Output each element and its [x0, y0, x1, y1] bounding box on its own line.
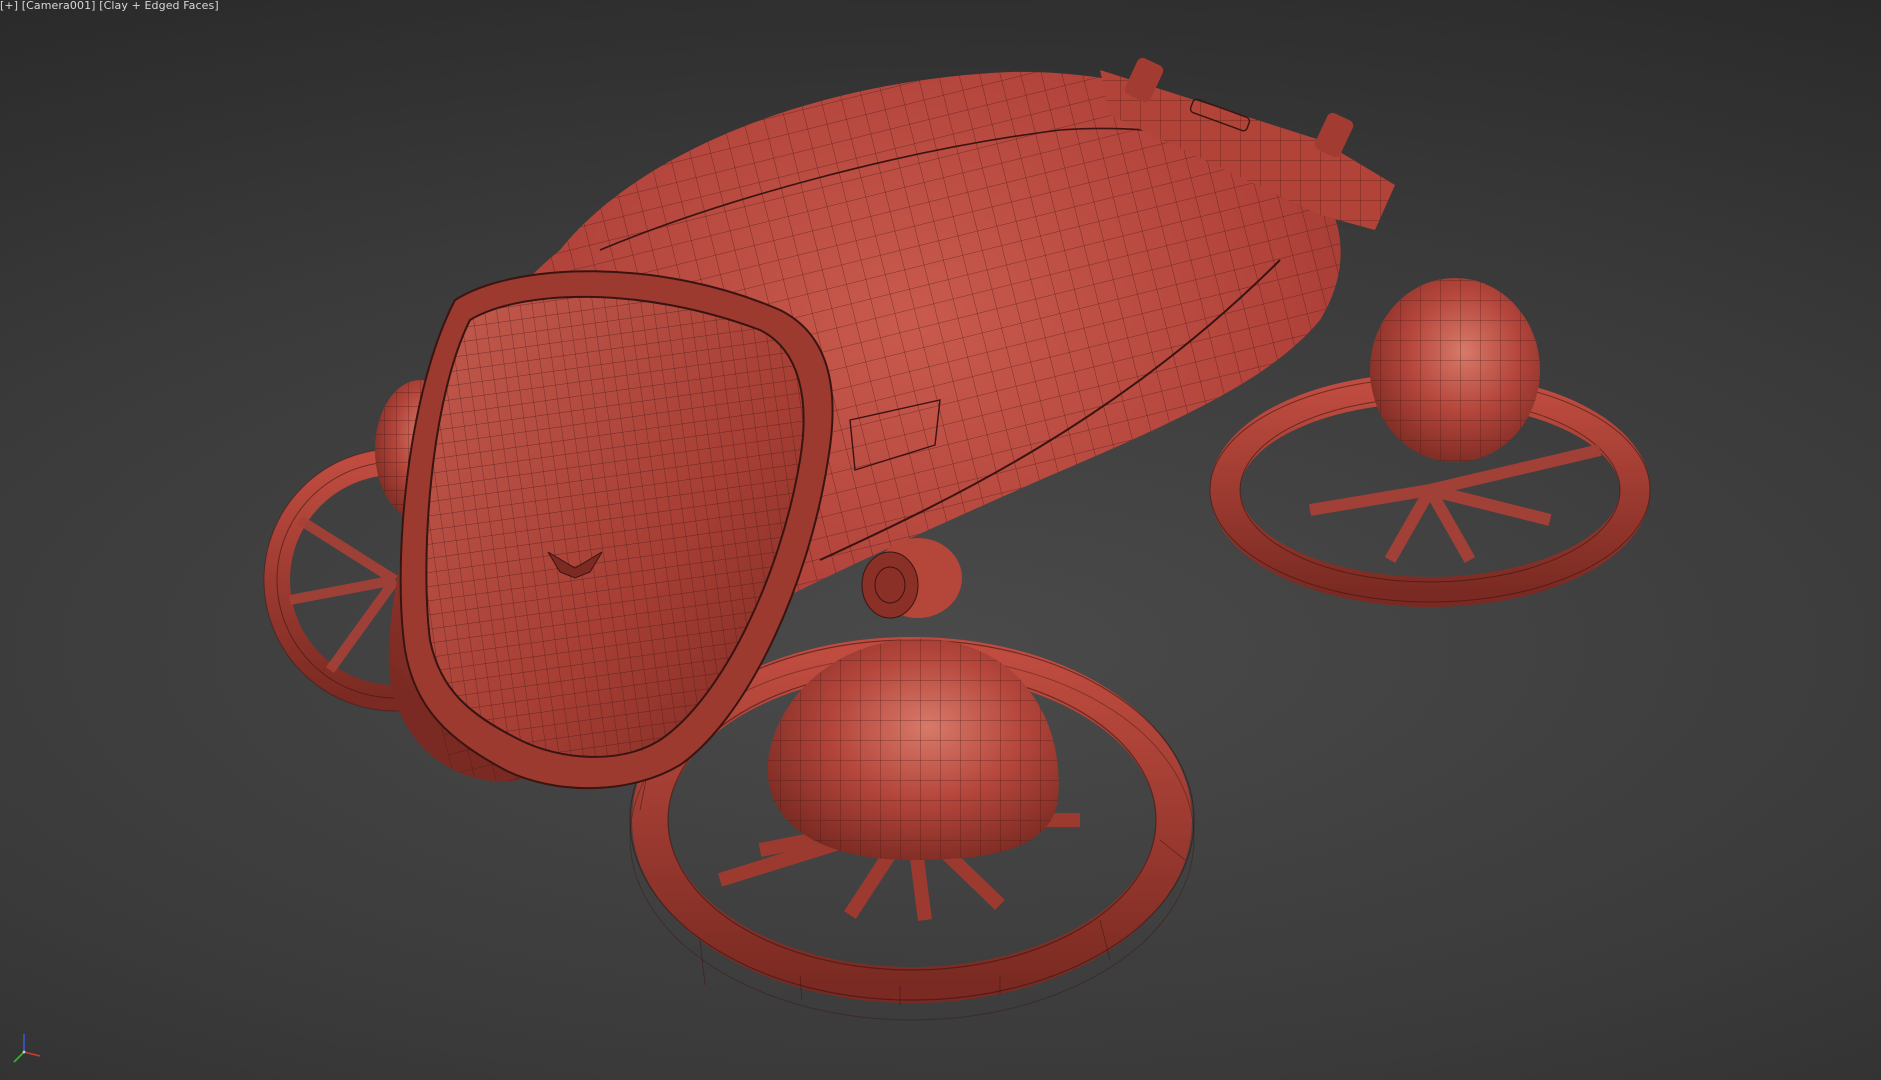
viewport-label: [+] [Camera001] [Clay + Edged Faces]: [0, 0, 219, 12]
scene-render[interactable]: [0, 0, 1881, 1080]
x-axis-icon: [23, 1051, 41, 1057]
camera-menu[interactable]: [Camera001]: [22, 0, 96, 12]
viewport[interactable]: [+] [Camera001] [Clay + Edged Faces]: [0, 0, 1881, 1080]
view-menu[interactable]: [+]: [0, 0, 18, 12]
rotor-hub-rear-right: [1370, 278, 1540, 462]
y-axis-icon: [13, 1051, 25, 1063]
axis-gizmo-icon: [13, 1034, 41, 1063]
shading-menu[interactable]: [Clay + Edged Faces]: [99, 0, 219, 12]
